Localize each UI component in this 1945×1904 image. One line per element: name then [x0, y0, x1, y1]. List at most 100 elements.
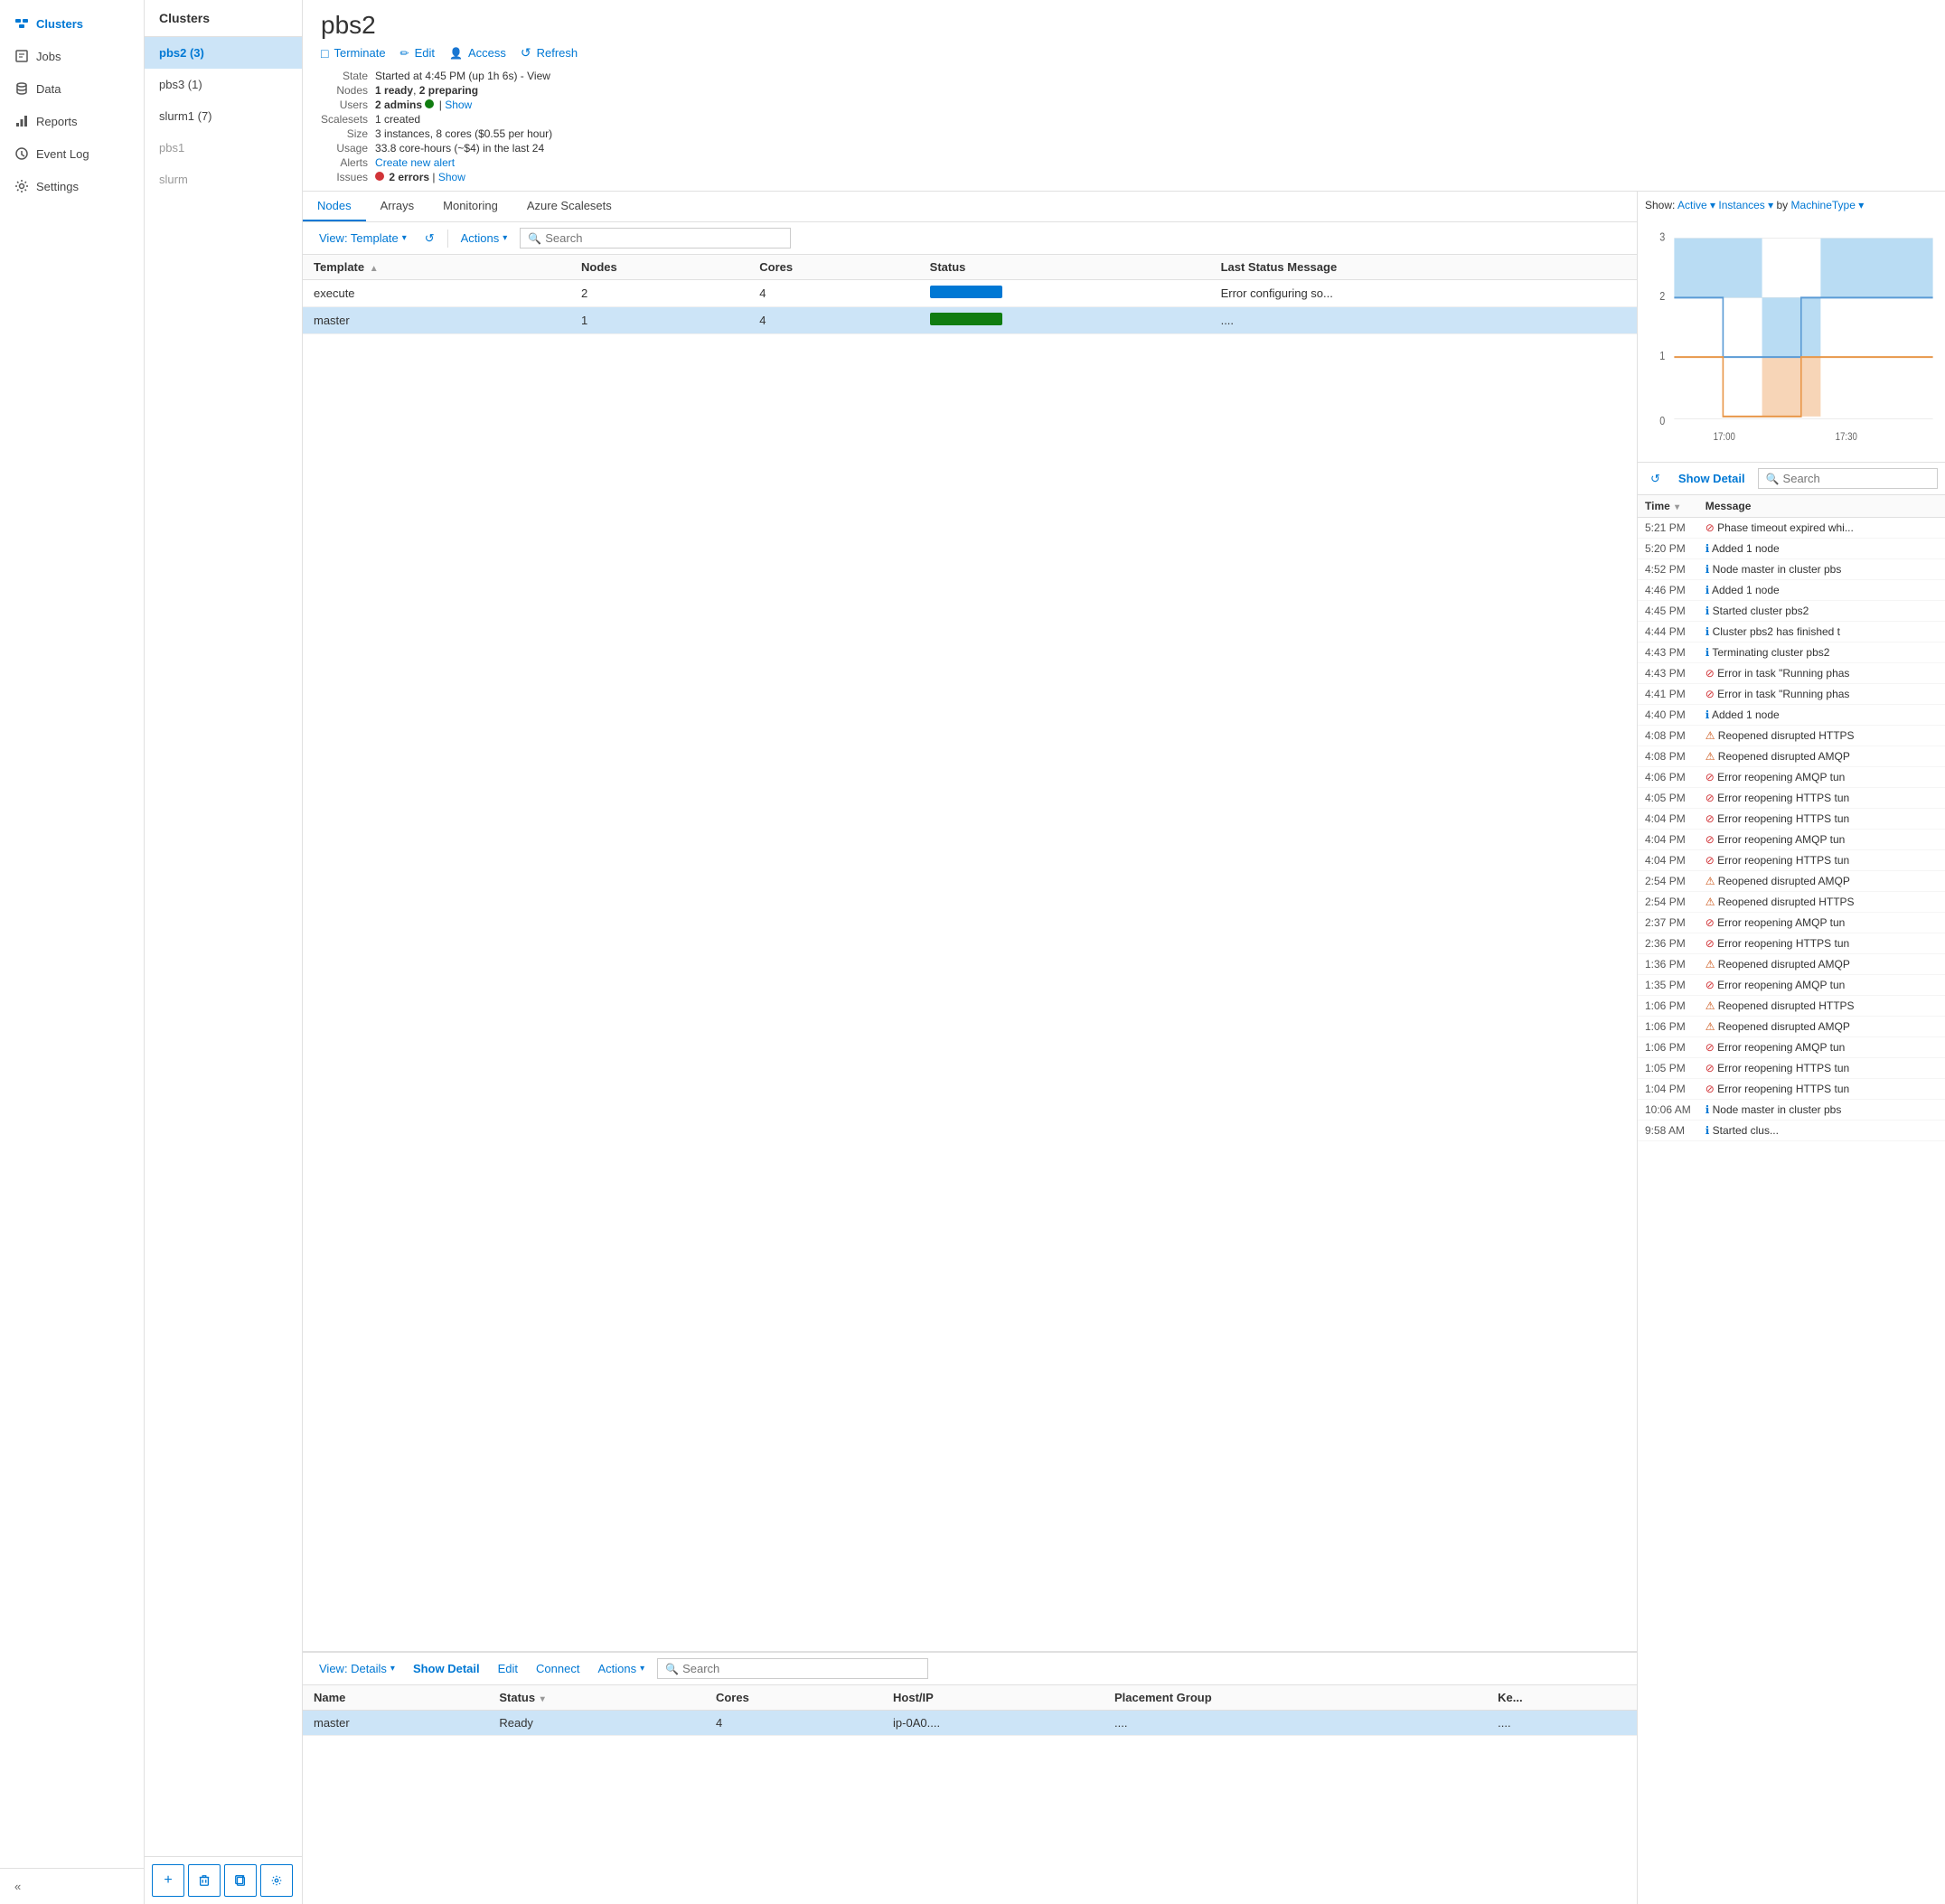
connect-button[interactable]: Connect: [531, 1659, 585, 1678]
list-item[interactable]: 1:06 PM ⊘ Error reopening AMQP tun: [1638, 1037, 1945, 1058]
list-item[interactable]: 4:44 PM ℹ Cluster pbs2 has finished t: [1638, 622, 1945, 642]
tab-monitoring[interactable]: Monitoring: [428, 192, 512, 221]
copy-cluster-button[interactable]: [224, 1864, 257, 1897]
list-item[interactable]: 2:54 PM ⚠ Reopened disrupted AMQP: [1638, 871, 1945, 892]
nodes-search-input[interactable]: [545, 231, 783, 245]
cluster-item-pbs1[interactable]: pbs1: [145, 132, 302, 164]
size-value: 3 instances, 8 cores ($0.55 per hour): [375, 127, 552, 140]
sidebar-item-reports[interactable]: Reports: [0, 105, 144, 137]
col-last-status-message[interactable]: Last Status Message: [1210, 255, 1637, 280]
list-item[interactable]: 4:04 PM ⊘ Error reopening AMQP tun: [1638, 830, 1945, 850]
delete-cluster-button[interactable]: [188, 1864, 221, 1897]
add-cluster-button[interactable]: +: [152, 1864, 184, 1897]
tab-arrays[interactable]: Arrays: [366, 192, 429, 221]
list-item[interactable]: 4:08 PM ⚠ Reopened disrupted AMQP: [1638, 746, 1945, 767]
create-alert-link[interactable]: Create new alert: [375, 156, 455, 169]
list-item[interactable]: 1:04 PM ⊘ Error reopening HTTPS tun: [1638, 1079, 1945, 1100]
list-item[interactable]: 4:43 PM ⊘ Error in task "Running phas: [1638, 663, 1945, 684]
users-show-link[interactable]: Show: [445, 98, 472, 111]
actions-dropdown[interactable]: Actions ▾: [456, 229, 513, 248]
sidebar-collapse-btn[interactable]: «: [0, 1868, 144, 1904]
view-template-dropdown[interactable]: View: Template ▾: [314, 229, 412, 248]
row-template: execute: [303, 280, 570, 307]
active-filter-link[interactable]: Active ▾: [1677, 199, 1715, 211]
list-item[interactable]: 1:05 PM ⊘ Error reopening HTTPS tun: [1638, 1058, 1945, 1079]
event-log-refresh-button[interactable]: ↺: [1645, 469, 1666, 489]
list-item[interactable]: 5:21 PM ⊘ Phase timeout expired whi...: [1638, 518, 1945, 539]
col-status[interactable]: Status: [919, 255, 1210, 280]
cluster-item-pbs2[interactable]: pbs2 (3): [145, 37, 302, 69]
list-item[interactable]: 1:36 PM ⚠ Reopened disrupted AMQP: [1638, 954, 1945, 975]
list-item[interactable]: 10:06 AM ℹ Node master in cluster pbs: [1638, 1100, 1945, 1121]
list-item[interactable]: 4:40 PM ℹ Added 1 node: [1638, 705, 1945, 726]
info-icon: ℹ: [1705, 605, 1710, 617]
event-message: ⊘ Error in task "Running phas: [1698, 663, 1945, 684]
bottom-actions-dropdown[interactable]: Actions ▾: [592, 1659, 650, 1678]
col-name[interactable]: Name: [303, 1685, 488, 1711]
view-details-dropdown[interactable]: View: Details ▾: [314, 1659, 400, 1678]
tab-azure-scalesets[interactable]: Azure Scalesets: [512, 192, 626, 221]
list-item[interactable]: 4:43 PM ℹ Terminating cluster pbs2: [1638, 642, 1945, 663]
instances-filter-link[interactable]: Instances ▾: [1718, 199, 1773, 211]
list-item[interactable]: 4:04 PM ⊘ Error reopening HTTPS tun: [1638, 809, 1945, 830]
show-detail-event-button[interactable]: Show Detail: [1673, 469, 1751, 488]
sidebar-item-data[interactable]: Data: [0, 72, 144, 105]
show-detail-button[interactable]: Show Detail: [408, 1659, 485, 1678]
list-item[interactable]: 9:58 AM ℹ Started clus...: [1638, 1121, 1945, 1141]
col-placement-group[interactable]: Placement Group: [1104, 1685, 1487, 1711]
table-row[interactable]: master Ready 4 ip-0A0.... .... ....: [303, 1711, 1637, 1736]
list-item[interactable]: 5:20 PM ℹ Added 1 node: [1638, 539, 1945, 559]
nodes-label: Nodes: [321, 84, 368, 97]
list-item[interactable]: 4:46 PM ℹ Added 1 node: [1638, 580, 1945, 601]
col-template[interactable]: Template ▲: [303, 255, 570, 280]
cluster-item-slurm[interactable]: slurm: [145, 164, 302, 195]
event-refresh-icon: ↺: [1650, 472, 1660, 486]
edit-button[interactable]: ✏ Edit: [400, 43, 435, 62]
issues-show-link[interactable]: Show: [438, 171, 465, 183]
list-item[interactable]: 1:35 PM ⊘ Error reopening AMQP tun: [1638, 975, 1945, 996]
col-status[interactable]: Status ▾: [488, 1685, 705, 1711]
cluster-item-slurm1[interactable]: slurm1 (7): [145, 100, 302, 132]
table-row[interactable]: execute 2 4 Error configuring so...: [303, 280, 1637, 307]
terminate-button[interactable]: □ Terminate: [321, 43, 386, 62]
machinetype-filter-link[interactable]: MachineType ▾: [1791, 199, 1865, 211]
col-cores[interactable]: Cores: [705, 1685, 882, 1711]
event-message: ⊘ Error reopening HTTPS tun: [1698, 809, 1945, 830]
event-time: 4:40 PM: [1638, 705, 1698, 726]
col-nodes[interactable]: Nodes: [570, 255, 748, 280]
event-search-input[interactable]: [1783, 472, 1930, 485]
sidebar-item-settings[interactable]: Settings: [0, 170, 144, 202]
col-hostip[interactable]: Host/IP: [882, 1685, 1104, 1711]
col-message[interactable]: Message: [1698, 495, 1945, 518]
list-item[interactable]: 4:05 PM ⊘ Error reopening HTTPS tun: [1638, 788, 1945, 809]
list-item[interactable]: 4:04 PM ⊘ Error reopening HTTPS tun: [1638, 850, 1945, 871]
list-item[interactable]: 2:54 PM ⚠ Reopened disrupted HTTPS: [1638, 892, 1945, 913]
tab-nodes[interactable]: Nodes: [303, 192, 366, 221]
list-item[interactable]: 2:37 PM ⊘ Error reopening AMQP tun: [1638, 913, 1945, 933]
col-cores[interactable]: Cores: [748, 255, 918, 280]
list-item[interactable]: 4:41 PM ⊘ Error in task "Running phas: [1638, 684, 1945, 705]
cluster-settings-button[interactable]: [260, 1864, 293, 1897]
access-button[interactable]: 👤 Access: [449, 43, 506, 62]
edit-node-button[interactable]: Edit: [493, 1659, 523, 1678]
sidebar-item-clusters[interactable]: Clusters: [0, 7, 144, 40]
list-item[interactable]: 4:52 PM ℹ Node master in cluster pbs: [1638, 559, 1945, 580]
sidebar-item-jobs[interactable]: Jobs: [0, 40, 144, 72]
col-ke[interactable]: Ke...: [1487, 1685, 1637, 1711]
list-item[interactable]: 4:45 PM ℹ Started cluster pbs2: [1638, 601, 1945, 622]
nodes-refresh-icon: ↺: [425, 231, 435, 246]
list-item[interactable]: 4:08 PM ⚠ Reopened disrupted HTTPS: [1638, 726, 1945, 746]
row-status: [919, 307, 1210, 334]
svg-text:3: 3: [1659, 230, 1665, 243]
list-item[interactable]: 4:06 PM ⊘ Error reopening AMQP tun: [1638, 767, 1945, 788]
nodes-refresh-button[interactable]: ↺: [419, 229, 440, 249]
bottom-search-input[interactable]: [682, 1662, 920, 1675]
list-item[interactable]: 1:06 PM ⚠ Reopened disrupted AMQP: [1638, 1017, 1945, 1037]
list-item[interactable]: 1:06 PM ⚠ Reopened disrupted HTTPS: [1638, 996, 1945, 1017]
sidebar-item-eventlog[interactable]: Event Log: [0, 137, 144, 170]
list-item[interactable]: 2:36 PM ⊘ Error reopening HTTPS tun: [1638, 933, 1945, 954]
col-time[interactable]: Time ▾: [1638, 495, 1698, 518]
refresh-button[interactable]: ↺ Refresh: [521, 43, 578, 62]
cluster-item-pbs3[interactable]: pbs3 (1): [145, 69, 302, 100]
table-row[interactable]: master 1 4 ....: [303, 307, 1637, 334]
